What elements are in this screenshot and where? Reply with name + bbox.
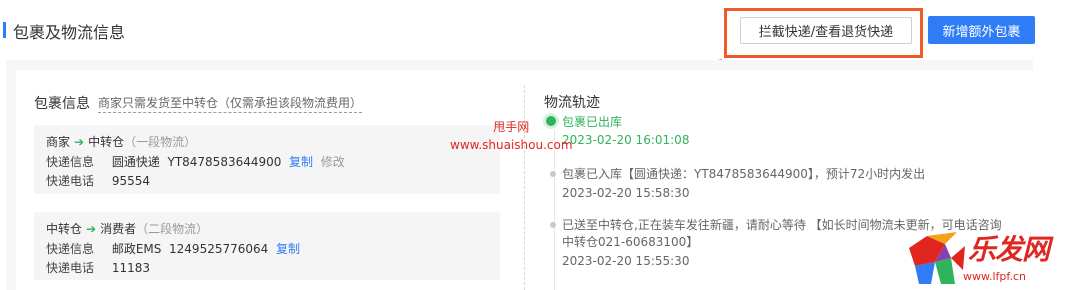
event-time: 2023-02-20 15:55:30 xyxy=(562,254,690,268)
logo-url: www.lfpf.cn xyxy=(963,270,1026,283)
express-label: 快递信息 xyxy=(46,242,95,256)
carrier: 圆通快递 xyxy=(111,155,160,169)
title-accent-bar xyxy=(3,22,6,38)
phone-label: 快递电话 xyxy=(46,174,95,188)
event-time: 2023-02-20 15:58:30 xyxy=(562,186,690,200)
add-package-button[interactable]: 新增额外包裹 xyxy=(928,16,1035,44)
arrow-right-icon: ➔ xyxy=(86,222,97,236)
logistics-title: 物流轨迹 xyxy=(544,95,600,111)
logo-text: 乐发网 xyxy=(968,233,1050,266)
watermark: 甩手网 www.shuaishou.com xyxy=(450,118,573,154)
column-divider xyxy=(524,85,526,290)
leg-route: 中转仓 ➔ 消费者（二段物流） xyxy=(46,220,208,237)
page-title: 包裹及物流信息 xyxy=(13,23,126,42)
tracking-number: YT8478583644900 xyxy=(167,155,282,169)
phone-number: 95554 xyxy=(111,174,151,188)
leg-to: 消费者 xyxy=(100,222,137,236)
package-info-title: 包裹信息 xyxy=(34,96,90,112)
leg-to: 中转仓 xyxy=(88,135,125,149)
watermark-line1: 甩手网 xyxy=(493,120,530,134)
timeline-line xyxy=(554,130,555,290)
timeline-dot xyxy=(550,171,556,177)
logistics-leg-card: 商家 ➔ 中转仓（一段物流） 快递信息 圆通快递 YT8478583644900 复… xyxy=(34,125,500,194)
leg-route: 商家 ➔ 中转仓（一段物流） xyxy=(46,133,196,150)
leg-phone-row: 快递电话 11183 xyxy=(46,259,150,276)
leg-segment: （二段物流） xyxy=(136,222,209,236)
edit-link[interactable]: 修改 xyxy=(321,155,345,169)
highlight-annotation-box xyxy=(724,8,923,58)
event-time: 2023-02-20 16:01:08 xyxy=(562,133,690,147)
carrier: 邮政EMS xyxy=(111,242,162,256)
section-header: 包裹及物流信息 拦截快递/查看退货快递 新增额外包裹 xyxy=(0,0,1077,58)
leg-express-row: 快递信息 邮政EMS 1249525776064 复制 xyxy=(46,240,300,257)
package-info-hint[interactable]: 商家只需发货至中转仓（仅需承担该段物流费用） xyxy=(98,94,363,113)
leg-segment: （一段物流） xyxy=(124,135,197,149)
leg-phone-row: 快递电话 95554 xyxy=(46,172,150,189)
logistics-leg-card: 中转仓 ➔ 消费者（二段物流） 快递信息 邮政EMS 1249525776064 复… xyxy=(34,212,500,280)
leg-from: 中转仓 xyxy=(46,222,83,236)
event-status-line2: 中转仓021-60683100】 xyxy=(562,235,699,249)
event-status: 包裹已入库【圆通快递：YT8478583644900】，预计72小时内发出 xyxy=(562,167,926,181)
leg-express-row: 快递信息 圆通快递 YT8478583644900 复制 修改 xyxy=(46,153,345,170)
copy-link[interactable]: 复制 xyxy=(289,155,313,169)
watermark-line2: www.shuaishou.com xyxy=(450,138,573,152)
express-label: 快递信息 xyxy=(46,155,95,169)
timeline-dot xyxy=(550,222,556,228)
package-panel: 包裹信息 商家只需发货至中转仓（仅需承担该段物流费用） 商家 ➔ 中转仓（一段物流）… xyxy=(6,60,1033,290)
package-panel-inner: 包裹信息 商家只需发货至中转仓（仅需承担该段物流费用） 商家 ➔ 中转仓（一段物流）… xyxy=(16,70,1033,290)
phone-label: 快递电话 xyxy=(46,261,95,275)
tracking-number: 1249525776064 xyxy=(169,242,269,256)
leg-from: 商家 xyxy=(46,135,71,149)
arrow-right-icon: ➔ xyxy=(74,135,85,149)
copy-link[interactable]: 复制 xyxy=(276,242,300,256)
phone-number: 11183 xyxy=(111,261,151,275)
